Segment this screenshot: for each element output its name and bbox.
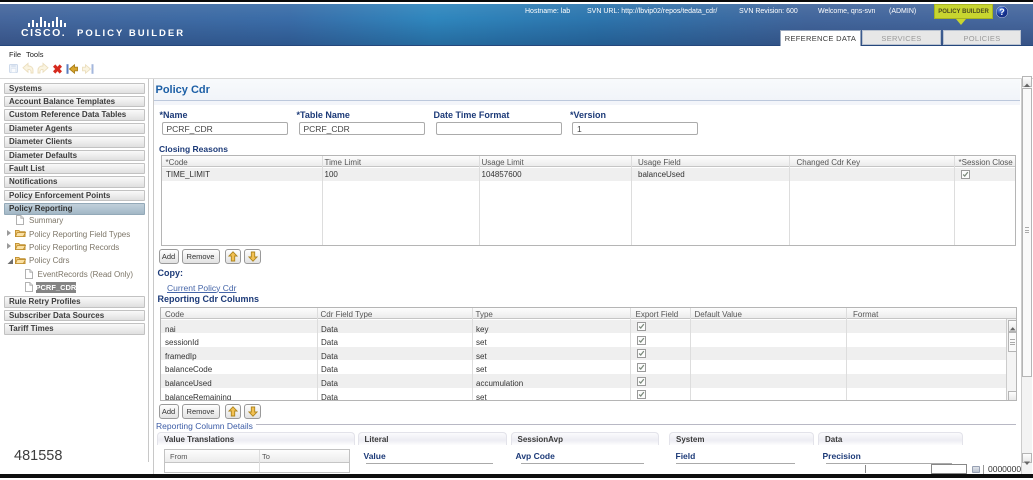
svg-text:?: ? bbox=[999, 7, 1005, 17]
